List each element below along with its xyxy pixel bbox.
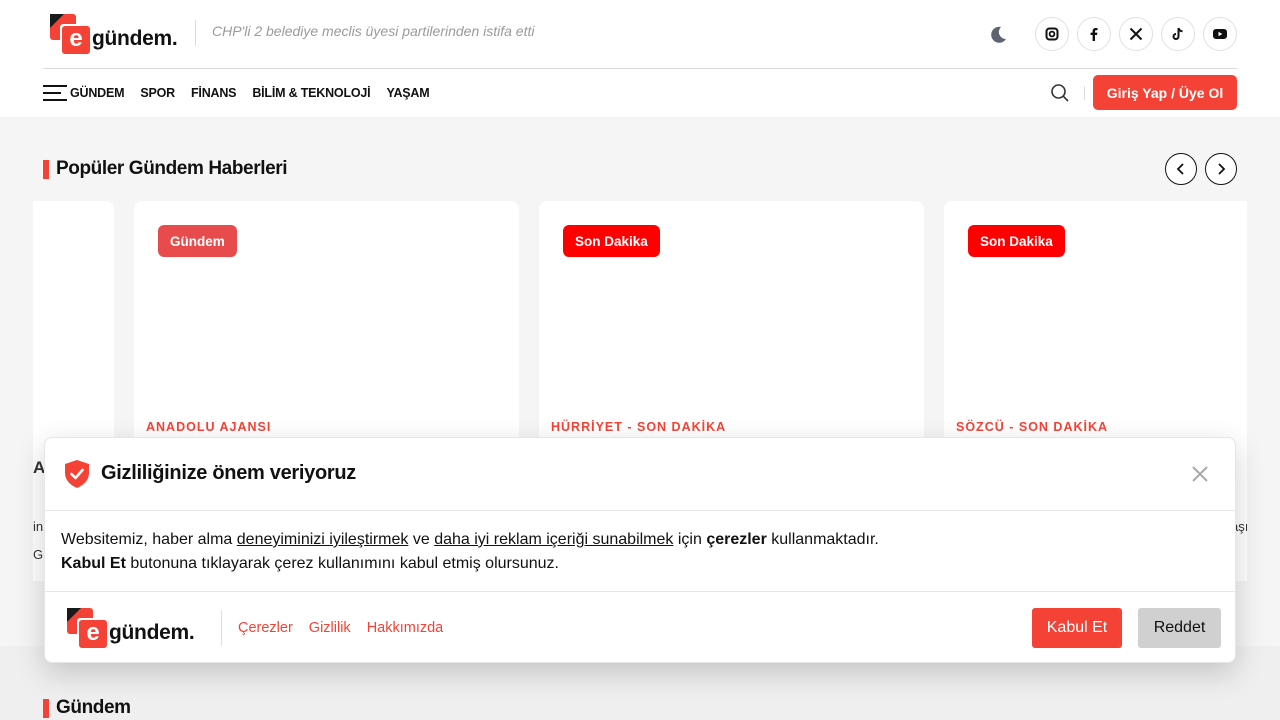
cookie-text-bold: çerezler xyxy=(706,531,767,548)
login-signup-button[interactable]: Giriş Yap / Üye Ol xyxy=(1093,75,1237,110)
gundem-section-title: Gündem xyxy=(43,697,131,719)
dark-mode-icon[interactable] xyxy=(988,25,1008,45)
nav-item-finans[interactable]: FİNANS xyxy=(191,84,237,102)
about-link[interactable]: Hakkımızda xyxy=(367,620,444,636)
footer-divider xyxy=(221,610,222,646)
title-accent-bar xyxy=(43,698,49,718)
cookie-text: kullanmaktadır. xyxy=(766,531,879,548)
facebook-icon[interactable] xyxy=(1077,17,1111,51)
news-ticker[interactable]: CHP'li 2 belediye meclis üyesi partileri… xyxy=(212,23,534,39)
instagram-icon[interactable] xyxy=(1035,17,1069,51)
header-divider-line xyxy=(43,68,1237,69)
chevron-right-icon xyxy=(1218,163,1226,175)
nav-item-yasam[interactable]: YAŞAM xyxy=(386,84,429,102)
cookie-dialog-title: Gizliliğinize önem veriyoruz xyxy=(101,462,356,484)
cookie-text: Websitemiz, haber alma xyxy=(61,531,237,548)
section-heading: Popüler Gündem Haberleri xyxy=(56,158,288,179)
category-badge[interactable]: Gündem xyxy=(158,225,237,257)
cookie-dialog-header: Gizliliğinize önem veriyoruz xyxy=(45,438,1235,511)
site-header: e gündem. CHP'li 2 belediye meclis üyesi… xyxy=(0,0,1280,117)
cookie-dialog-logo: e gündem. xyxy=(67,608,195,648)
hamburger-menu-icon[interactable] xyxy=(43,84,67,102)
cookie-consent-dialog: Gizliliğinize önem veriyoruz Websitemiz,… xyxy=(44,437,1236,663)
logo-text: gündem. xyxy=(92,27,178,50)
chevron-left-icon xyxy=(1176,163,1184,175)
category-badge[interactable]: Son Dakika xyxy=(968,225,1065,257)
site-logo[interactable]: e gündem. xyxy=(50,14,178,54)
header-divider xyxy=(195,20,196,46)
cookie-text-link[interactable]: daha iyi reklam içeriği sunabilmek xyxy=(434,531,673,548)
nav-item-bilim-teknoloji[interactable]: BİLİM & TEKNOLOJİ xyxy=(252,84,370,102)
title-accent-bar xyxy=(43,159,49,179)
cookie-dialog-text: Websitemiz, haber alma deneyiminizi iyil… xyxy=(61,528,879,576)
card-text-fragment: in xyxy=(33,519,44,534)
reject-cookies-button[interactable]: Reddet xyxy=(1138,608,1221,648)
carousel-next-button[interactable] xyxy=(1205,153,1237,185)
logo-mark: e xyxy=(50,14,90,54)
youtube-icon[interactable] xyxy=(1203,17,1237,51)
cookies-link[interactable]: Çerezler xyxy=(238,620,293,636)
cookie-text: butonuna tıklayarak çerez kullanımını ka… xyxy=(125,555,559,572)
nav-item-gundem[interactable]: GÜNDEM xyxy=(70,84,125,102)
category-badge[interactable]: Son Dakika xyxy=(563,225,660,257)
cookie-dialog-footer: e gündem. Çerezler Gizlilik Hakkımızda K… xyxy=(45,591,1235,663)
logo-mark: e xyxy=(67,608,107,648)
news-source: SÖZCÜ - SON DAKİKA xyxy=(956,420,1109,434)
news-source: ANADOLU AJANSI xyxy=(146,420,272,434)
close-icon[interactable] xyxy=(1190,464,1210,484)
accept-cookies-button[interactable]: Kabul Et xyxy=(1032,608,1122,648)
cookie-text-link[interactable]: deneyiminizi iyileştirmek xyxy=(237,531,409,548)
social-links xyxy=(1035,17,1237,51)
cookie-policy-links: Çerezler Gizlilik Hakkımızda xyxy=(238,620,443,636)
main-nav: GÜNDEM SPOR FİNANS BİLİM & TEKNOLOJİ YAŞ… xyxy=(70,84,430,102)
carousel-prev-button[interactable] xyxy=(1165,153,1197,185)
tiktok-icon[interactable] xyxy=(1161,17,1195,51)
cookie-text-bold: Kabul Et xyxy=(61,555,126,572)
news-source: HÜRRİYET - SON DAKİKA xyxy=(551,420,727,434)
search-divider xyxy=(1084,86,1085,100)
search-icon[interactable] xyxy=(1050,83,1070,103)
section-heading: Gündem xyxy=(56,697,131,718)
cookie-text: ve xyxy=(408,531,435,548)
popular-section-title: Popüler Gündem Haberleri xyxy=(43,158,288,180)
cookie-text: için xyxy=(673,531,707,548)
logo-text: gündem. xyxy=(109,621,195,644)
x-icon[interactable] xyxy=(1119,17,1153,51)
nav-item-spor[interactable]: SPOR xyxy=(140,84,175,102)
shield-check-icon xyxy=(65,460,89,488)
privacy-link[interactable]: Gizlilik xyxy=(309,620,351,636)
